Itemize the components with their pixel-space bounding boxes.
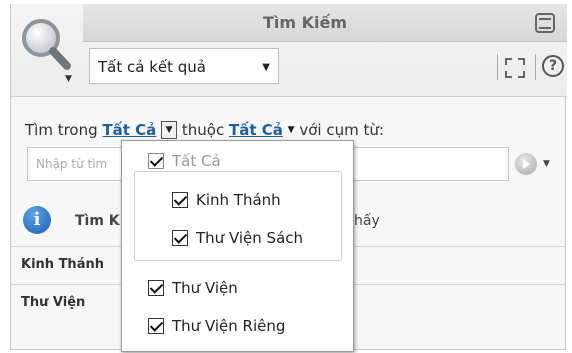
phrase-label: với cụm từ: bbox=[299, 120, 384, 139]
search-scope-row: Tìm trong Tất Cả ▼ thuộc Tất Cả ▼ với cụ… bbox=[25, 120, 384, 139]
help-icon[interactable]: ? bbox=[542, 55, 564, 77]
menu-item-label: Kinh Thánh bbox=[196, 191, 281, 209]
results-header-tail: hấy bbox=[354, 213, 380, 229]
menu-item-label: Tất Cả bbox=[172, 152, 221, 170]
restore-window-icon[interactable] bbox=[535, 13, 555, 33]
fullscreen-icon[interactable] bbox=[504, 57, 526, 79]
panel-title: Tìm Kiếm bbox=[262, 13, 348, 32]
result-label: Thư Viện bbox=[21, 295, 86, 310]
belongs-label: thuộc bbox=[181, 120, 225, 139]
menu-item-label: Thư Viện bbox=[172, 279, 238, 297]
toolbar-divider bbox=[497, 54, 498, 80]
search-options-caret[interactable]: ▼ bbox=[65, 74, 72, 84]
menu-item-label: Thư Viện Riêng bbox=[172, 317, 286, 335]
checkbox[interactable] bbox=[148, 280, 164, 296]
magnifier-icon[interactable] bbox=[19, 14, 75, 76]
all-group-box bbox=[134, 171, 342, 261]
chevron-down-icon: ▼ bbox=[262, 62, 270, 73]
scope-link[interactable]: Tất Cả bbox=[102, 121, 156, 139]
toolbar-divider bbox=[535, 54, 536, 80]
checkbox[interactable] bbox=[172, 230, 188, 246]
checkbox[interactable] bbox=[172, 192, 188, 208]
results-header-text: Tìm K bbox=[75, 213, 120, 229]
info-icon: i bbox=[23, 206, 51, 234]
menu-item-label: Thư Viện Sách bbox=[196, 229, 304, 247]
menu-item-all[interactable]: Tất Cả bbox=[148, 152, 221, 170]
menu-item-book-library[interactable]: Thư Viện Sách bbox=[172, 229, 303, 247]
menu-item-private-library[interactable]: Thư Viện Riêng bbox=[148, 317, 285, 335]
title-bar: Tìm Kiếm bbox=[83, 4, 567, 42]
menu-item-bible[interactable]: Kinh Thánh bbox=[172, 191, 281, 209]
go-options-caret[interactable]: ▼ bbox=[543, 159, 550, 169]
collection-dropdown-caret[interactable]: ▼ bbox=[288, 125, 295, 135]
go-arrow-icon[interactable] bbox=[515, 153, 537, 175]
result-scope-select[interactable]: Tất cả kết quả ▼ bbox=[89, 48, 279, 84]
collection-link[interactable]: Tất Cả bbox=[229, 121, 283, 139]
scope-dropdown-button[interactable]: ▼ bbox=[161, 120, 178, 139]
scope-dropdown-menu: Tất Cả Kinh Thánh Thư Viện Sách Thư Viện… bbox=[121, 140, 354, 352]
result-scope-value: Tất cả kết quả bbox=[98, 58, 206, 76]
menu-item-library[interactable]: Thư Viện bbox=[148, 279, 238, 297]
checkbox[interactable] bbox=[148, 153, 164, 169]
checkbox[interactable] bbox=[148, 318, 164, 334]
search-header: ▼ Tìm Kiếm Tất cả kết quả ▼ ? bbox=[11, 4, 567, 97]
search-in-label: Tìm trong bbox=[25, 120, 98, 139]
result-label: Kinh Thánh bbox=[21, 257, 104, 272]
phrase-placeholder: Nhập từ tìm bbox=[36, 157, 108, 171]
